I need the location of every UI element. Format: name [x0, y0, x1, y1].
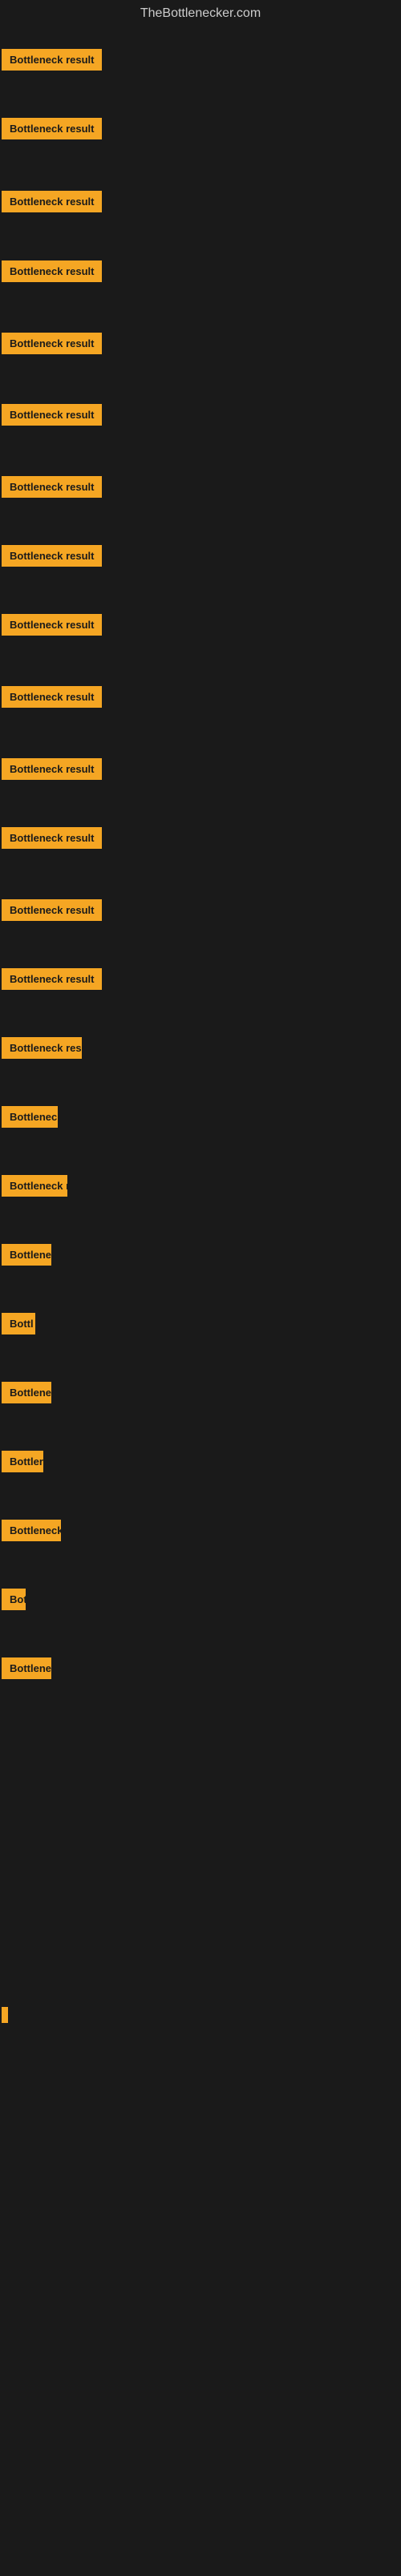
- bottleneck-item-6[interactable]: Bottleneck result: [2, 404, 102, 426]
- bottleneck-item-4[interactable]: Bottleneck result: [2, 260, 102, 282]
- bottleneck-item-3[interactable]: Bottleneck result: [2, 191, 102, 212]
- bottleneck-item-17[interactable]: Bottleneck r: [2, 1175, 67, 1197]
- bottleneck-item-19[interactable]: Bottl: [2, 1313, 35, 1334]
- bottleneck-item-2[interactable]: Bottleneck result: [2, 118, 102, 139]
- bottleneck-item-8[interactable]: Bottleneck result: [2, 545, 102, 567]
- bottleneck-item-16[interactable]: Bottlenec: [2, 1106, 58, 1128]
- bottleneck-item-21[interactable]: Bottler: [2, 1451, 43, 1472]
- bottleneck-item-14[interactable]: Bottleneck result: [2, 968, 102, 990]
- bottleneck-item-13[interactable]: Bottleneck result: [2, 899, 102, 921]
- bottleneck-item-23[interactable]: Bot: [2, 1589, 26, 1610]
- bottleneck-item-1[interactable]: Bottleneck result: [2, 49, 102, 71]
- bottleneck-item-18[interactable]: Bottlene: [2, 1244, 51, 1266]
- site-title: TheBottlenecker.com: [0, 0, 401, 27]
- bottleneck-item-11[interactable]: Bottleneck result: [2, 758, 102, 780]
- bottleneck-item-24[interactable]: Bottlene: [2, 1657, 51, 1679]
- bottleneck-item-9[interactable]: Bottleneck result: [2, 614, 102, 636]
- bottleneck-item-7[interactable]: Bottleneck result: [2, 476, 102, 498]
- bottleneck-item-25[interactable]: [2, 2007, 8, 2023]
- bottleneck-item-12[interactable]: Bottleneck result: [2, 827, 102, 849]
- bottleneck-item-22[interactable]: Bottleneck: [2, 1520, 61, 1541]
- bottleneck-item-5[interactable]: Bottleneck result: [2, 333, 102, 354]
- bottleneck-item-20[interactable]: Bottlene: [2, 1382, 51, 1403]
- bottleneck-item-15[interactable]: Bottleneck res: [2, 1037, 82, 1059]
- bottleneck-item-10[interactable]: Bottleneck result: [2, 686, 102, 708]
